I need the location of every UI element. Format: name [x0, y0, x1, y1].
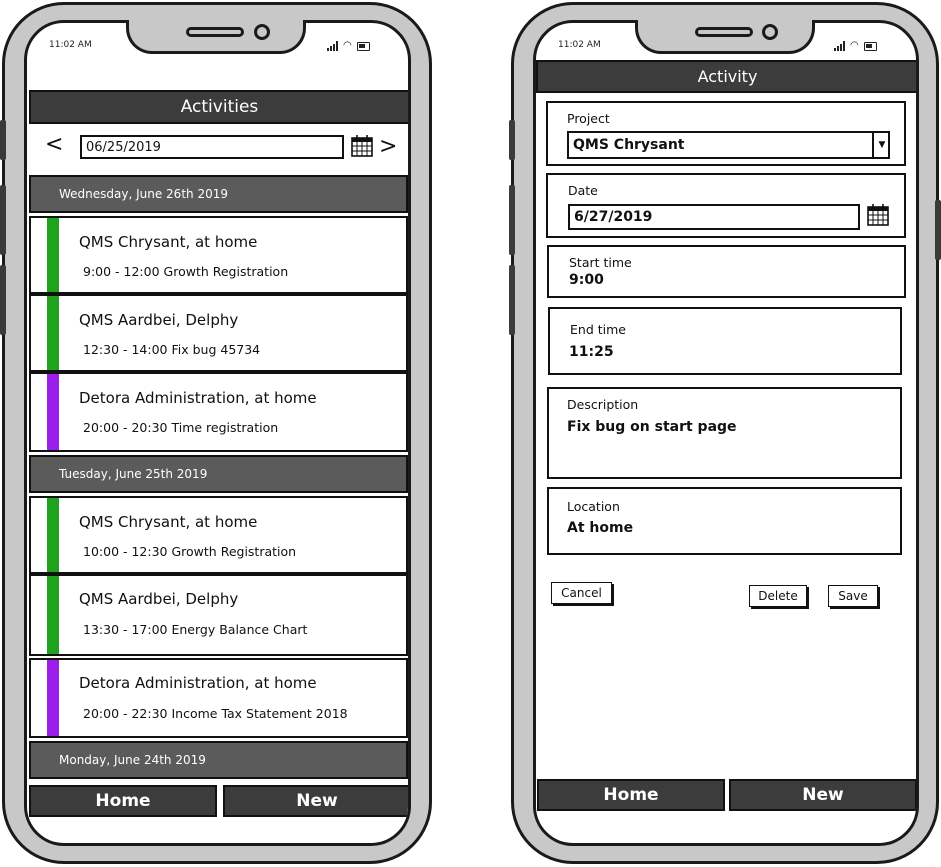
start-time-label: Start time: [569, 255, 632, 270]
list-item[interactable]: Detora Administration, at home 20:00 - 2…: [29, 372, 408, 452]
new-button[interactable]: New: [729, 779, 916, 811]
status-icons: ◠: [834, 41, 877, 51]
left-phone-side-button: [0, 185, 6, 255]
left-phone-side-button: [0, 120, 6, 160]
page-title: Activities: [180, 97, 259, 117]
description-label: Description: [567, 397, 639, 412]
project-color-bar: [47, 218, 59, 292]
right-phone-camera: [762, 24, 778, 40]
battery-icon: [356, 42, 370, 51]
cancel-button[interactable]: Cancel: [551, 582, 612, 604]
activity-title: Detora Administration, at home: [79, 674, 317, 692]
project-color-bar: [47, 374, 59, 450]
activity-detail: 9:00 - 12:00 Growth Registration: [83, 264, 289, 279]
right-phone-notch: [635, 20, 815, 54]
location-value: At home: [567, 520, 634, 536]
wifi-icon: ◠: [850, 40, 859, 51]
signal-icon: [327, 41, 338, 51]
right-phone-side-button: [509, 120, 515, 160]
right-phone-side-button: [509, 265, 515, 335]
project-color-bar: [47, 498, 59, 572]
end-time-value: 11:25: [569, 344, 614, 360]
page-title-bar: Activity: [536, 60, 916, 93]
status-icons: ◠: [327, 41, 370, 51]
start-time-field[interactable]: Start time 9:00: [547, 245, 906, 298]
day-header: Monday, June 24th 2019: [29, 741, 408, 779]
list-item[interactable]: QMS Aardbei, Delphy 13:30 - 17:00 Energy…: [29, 574, 408, 656]
project-field-group: Project QMS Chrysant ▼: [546, 101, 906, 166]
list-item[interactable]: Detora Administration, at home 20:00 - 2…: [29, 658, 408, 738]
activity-title: Detora Administration, at home: [79, 389, 317, 407]
start-time-value: 9:00: [569, 272, 604, 288]
activity-title: QMS Chrysant, at home: [79, 233, 258, 251]
date-field-group: Date 6/27/2019: [546, 173, 906, 238]
page-title: Activity: [697, 67, 758, 86]
signal-icon: [834, 41, 845, 51]
status-time: 11:02 AM: [558, 40, 601, 50]
calendar-icon[interactable]: [351, 135, 373, 157]
project-color-bar: [47, 296, 59, 370]
description-value: Fix bug on start page: [567, 419, 737, 435]
activity-detail: 20:00 - 20:30 Time registration: [83, 420, 279, 435]
battery-icon: [863, 42, 877, 51]
activity-detail: 20:00 - 22:30 Income Tax Statement 2018: [83, 706, 348, 721]
project-color-bar: [47, 576, 59, 654]
list-item[interactable]: QMS Chrysant, at home 10:00 - 12:30 Grow…: [29, 496, 408, 574]
description-field[interactable]: Description Fix bug on start page: [547, 387, 902, 479]
end-time-field[interactable]: End time 11:25: [548, 307, 902, 375]
calendar-icon[interactable]: [867, 204, 889, 226]
right-phone-screen: 11:02 AM ◠ Activity Project QMS Chrysant…: [533, 20, 919, 846]
activity-detail: 12:30 - 14:00 Fix bug 45734: [83, 342, 261, 357]
prev-day-button[interactable]: <: [45, 134, 63, 156]
right-phone-side-button: [935, 200, 941, 260]
right-phone-speaker: [695, 27, 753, 37]
next-day-button[interactable]: >: [379, 136, 397, 158]
project-select[interactable]: QMS Chrysant: [567, 131, 890, 159]
right-phone-side-button: [509, 185, 515, 255]
list-item[interactable]: QMS Aardbei, Delphy 12:30 - 14:00 Fix bu…: [29, 294, 408, 372]
left-phone-notch: [126, 20, 306, 54]
activity-title: QMS Aardbei, Delphy: [79, 590, 239, 608]
location-label: Location: [567, 499, 620, 514]
wifi-icon: ◠: [343, 40, 352, 51]
project-label: Project: [567, 111, 610, 126]
activity-title: QMS Aardbei, Delphy: [79, 311, 239, 329]
left-phone-speaker: [186, 27, 244, 37]
project-color-bar: [47, 660, 59, 736]
day-header: Wednesday, June 26th 2019: [29, 175, 408, 213]
list-item[interactable]: QMS Chrysant, at home 9:00 - 12:00 Growt…: [29, 216, 408, 294]
new-button[interactable]: New: [223, 785, 408, 817]
delete-button[interactable]: Delete: [749, 585, 807, 607]
page-title-bar: Activities: [29, 90, 408, 124]
location-field[interactable]: Location At home: [547, 487, 902, 555]
activity-detail: 10:00 - 12:30 Growth Registration: [83, 544, 297, 559]
activity-detail: 13:30 - 17:00 Energy Balance Chart: [83, 622, 308, 637]
left-phone-screen: 11:02 AM ◠ Activities < 06/25/2019 > Wed…: [24, 20, 411, 846]
left-phone-camera: [254, 24, 270, 40]
home-button[interactable]: Home: [29, 785, 217, 817]
day-header: Tuesday, June 25th 2019: [29, 455, 408, 493]
end-time-label: End time: [570, 322, 626, 337]
project-select-value: QMS Chrysant: [573, 137, 685, 153]
status-time: 11:02 AM: [49, 40, 92, 50]
date-label: Date: [568, 183, 598, 198]
chevron-down-icon[interactable]: ▼: [872, 133, 890, 157]
home-button[interactable]: Home: [537, 779, 725, 811]
save-button[interactable]: Save: [828, 585, 878, 607]
date-field[interactable]: 06/25/2019: [80, 135, 344, 159]
date-input[interactable]: 6/27/2019: [568, 204, 860, 230]
activity-title: QMS Chrysant, at home: [79, 513, 258, 531]
left-phone-side-button: [0, 265, 6, 335]
